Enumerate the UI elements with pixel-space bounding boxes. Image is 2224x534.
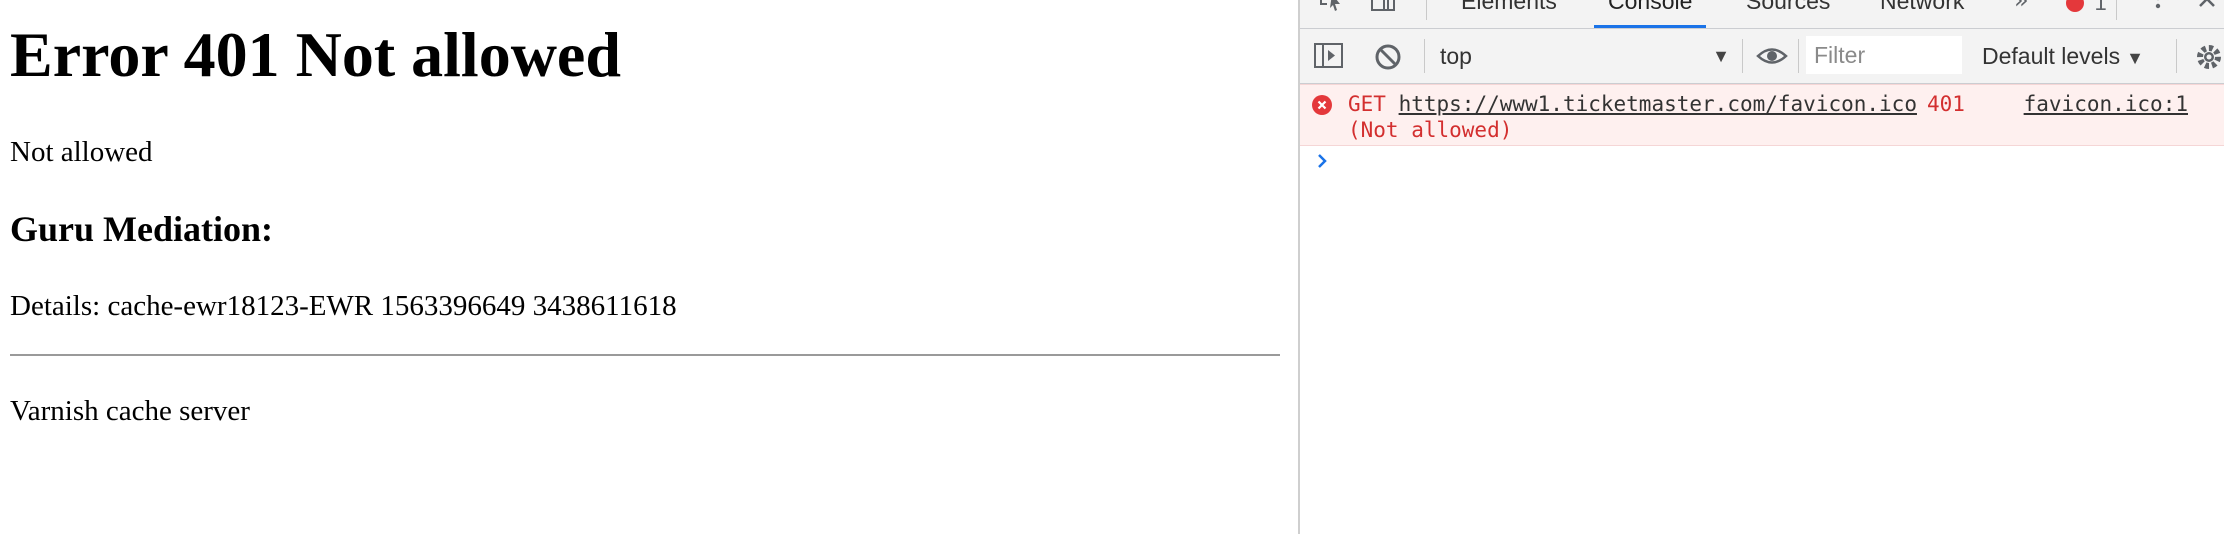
error-icon: [1312, 95, 1332, 115]
tab-console[interactable]: Console: [1593, 0, 1707, 28]
request-method: GET: [1348, 92, 1386, 116]
page-content: Error 401 Not allowed Not allowed Guru M…: [0, 0, 1298, 534]
source-location-link[interactable]: favicon.ico:1: [2024, 91, 2188, 117]
double-chevron-icon[interactable]: »: [2014, 0, 2029, 14]
console-prompt-chevron-icon[interactable]: [1314, 150, 1332, 172]
error-count-badge[interactable]: 1: [2066, 0, 2107, 16]
devtools-tab-bar: Elements Console Sources Network » 1: [1300, 0, 2224, 29]
server-footer: Varnish cache server: [10, 395, 250, 427]
error-message: Not allowed: [10, 136, 153, 168]
toolbar-separator: [1424, 39, 1425, 73]
live-expression-eye-icon[interactable]: [1756, 43, 1788, 74]
dropdown-arrow-icon: ▼: [2126, 48, 2144, 68]
console-toolbar: top ▼ Default levels▼: [1300, 29, 2224, 84]
context-value: top: [1440, 43, 1472, 69]
error-count: 1: [2094, 0, 2107, 15]
console-settings-gear-icon[interactable]: [2194, 43, 2224, 76]
more-options-icon[interactable]: [2154, 0, 2162, 21]
console-filter-input[interactable]: [1806, 36, 1962, 74]
show-sidebar-icon[interactable]: [1314, 43, 1344, 74]
dropdown-arrow-icon: ▼: [1712, 46, 1730, 66]
devtools-panel: Elements Console Sources Network » 1 top…: [1298, 0, 2224, 534]
log-levels-dropdown[interactable]: Default levels ▼: [1982, 39, 2144, 73]
request-url-link[interactable]: https://www1.ticketmaster.com/favicon.ic…: [1399, 92, 1917, 116]
tab-network[interactable]: Network: [1880, 0, 1964, 28]
context-selector[interactable]: top ▼: [1440, 39, 1730, 73]
toolbar-separator: [2116, 0, 2117, 20]
status-code: 401: [1926, 92, 1965, 116]
error-heading: Error 401 Not allowed: [10, 19, 621, 90]
status-text: (Not allowed): [1348, 118, 1513, 142]
toolbar-separator: [1798, 39, 1799, 73]
error-badge-icon: [2066, 0, 2084, 12]
toolbar-separator: [1426, 0, 1427, 20]
tab-elements[interactable]: Elements: [1461, 0, 1557, 28]
log-levels-label: Default levels: [1982, 43, 2121, 69]
inspect-element-icon[interactable]: [1318, 0, 1348, 19]
guru-mediation-heading: Guru Mediation:: [10, 209, 274, 249]
error-details: Details: cache-ewr18123-EWR 1563396649 3…: [10, 290, 677, 322]
toolbar-separator: [1742, 39, 1743, 73]
error-line: GET https://www1.ticketmaster.com/favico…: [1348, 91, 1965, 117]
tab-sources[interactable]: Sources: [1746, 0, 1830, 28]
divider: [10, 354, 1280, 356]
close-devtools-icon[interactable]: [2196, 0, 2220, 17]
toolbar-separator: [2176, 39, 2177, 73]
clear-console-icon[interactable]: [1374, 43, 1402, 76]
console-error-message[interactable]: GET https://www1.ticketmaster.com/favico…: [1300, 84, 2224, 146]
device-toolbar-icon[interactable]: [1370, 0, 1400, 19]
